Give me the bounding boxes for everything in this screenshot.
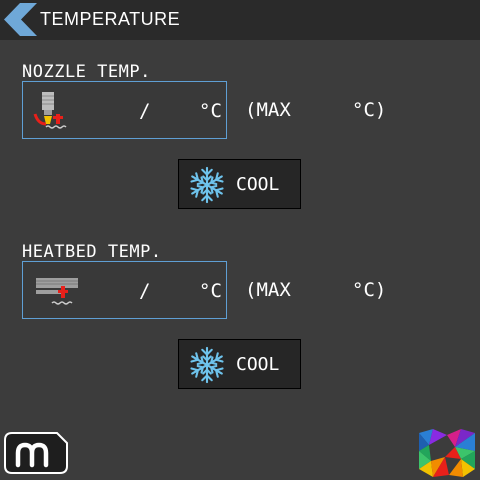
- nozzle-separator: /: [139, 100, 151, 122]
- snowflake-icon: [190, 166, 224, 204]
- heatbed-unit: °C: [199, 280, 222, 302]
- nozzle-temp-label: NOZZLE TEMP.: [22, 62, 151, 82]
- heatbed-separator: /: [139, 280, 151, 302]
- header-bar: TEMPERATURE: [0, 0, 480, 40]
- page-title: TEMPERATURE: [40, 9, 181, 29]
- heatbed-max-suffix: °C): [352, 279, 387, 301]
- heatbed-max-prefix: (MAX: [245, 279, 291, 301]
- nozzle-cool-button[interactable]: COOL: [178, 159, 301, 209]
- heatbed-temp-label: HEATBED TEMP.: [22, 242, 162, 262]
- nozzle-icon: [33, 92, 67, 129]
- nozzle-temp-field[interactable]: / °C: [22, 81, 227, 139]
- heatbed-temp-field[interactable]: / °C: [22, 261, 227, 319]
- nozzle-unit: °C: [199, 100, 222, 122]
- home-button[interactable]: [4, 432, 68, 474]
- snowflake-icon: [190, 346, 224, 384]
- heatbed-icon: [36, 278, 78, 305]
- nozzle-max-prefix: (MAX: [245, 99, 291, 121]
- brand-logo: [419, 429, 475, 477]
- cool-button-label: COOL: [236, 174, 280, 195]
- nozzle-max-suffix: °C): [352, 99, 387, 121]
- cool-button-label: COOL: [236, 354, 280, 375]
- m-home-icon: [4, 432, 68, 474]
- chevron-left-icon: [4, 3, 37, 36]
- back-button[interactable]: [4, 3, 38, 36]
- heatbed-cool-button[interactable]: COOL: [178, 339, 301, 389]
